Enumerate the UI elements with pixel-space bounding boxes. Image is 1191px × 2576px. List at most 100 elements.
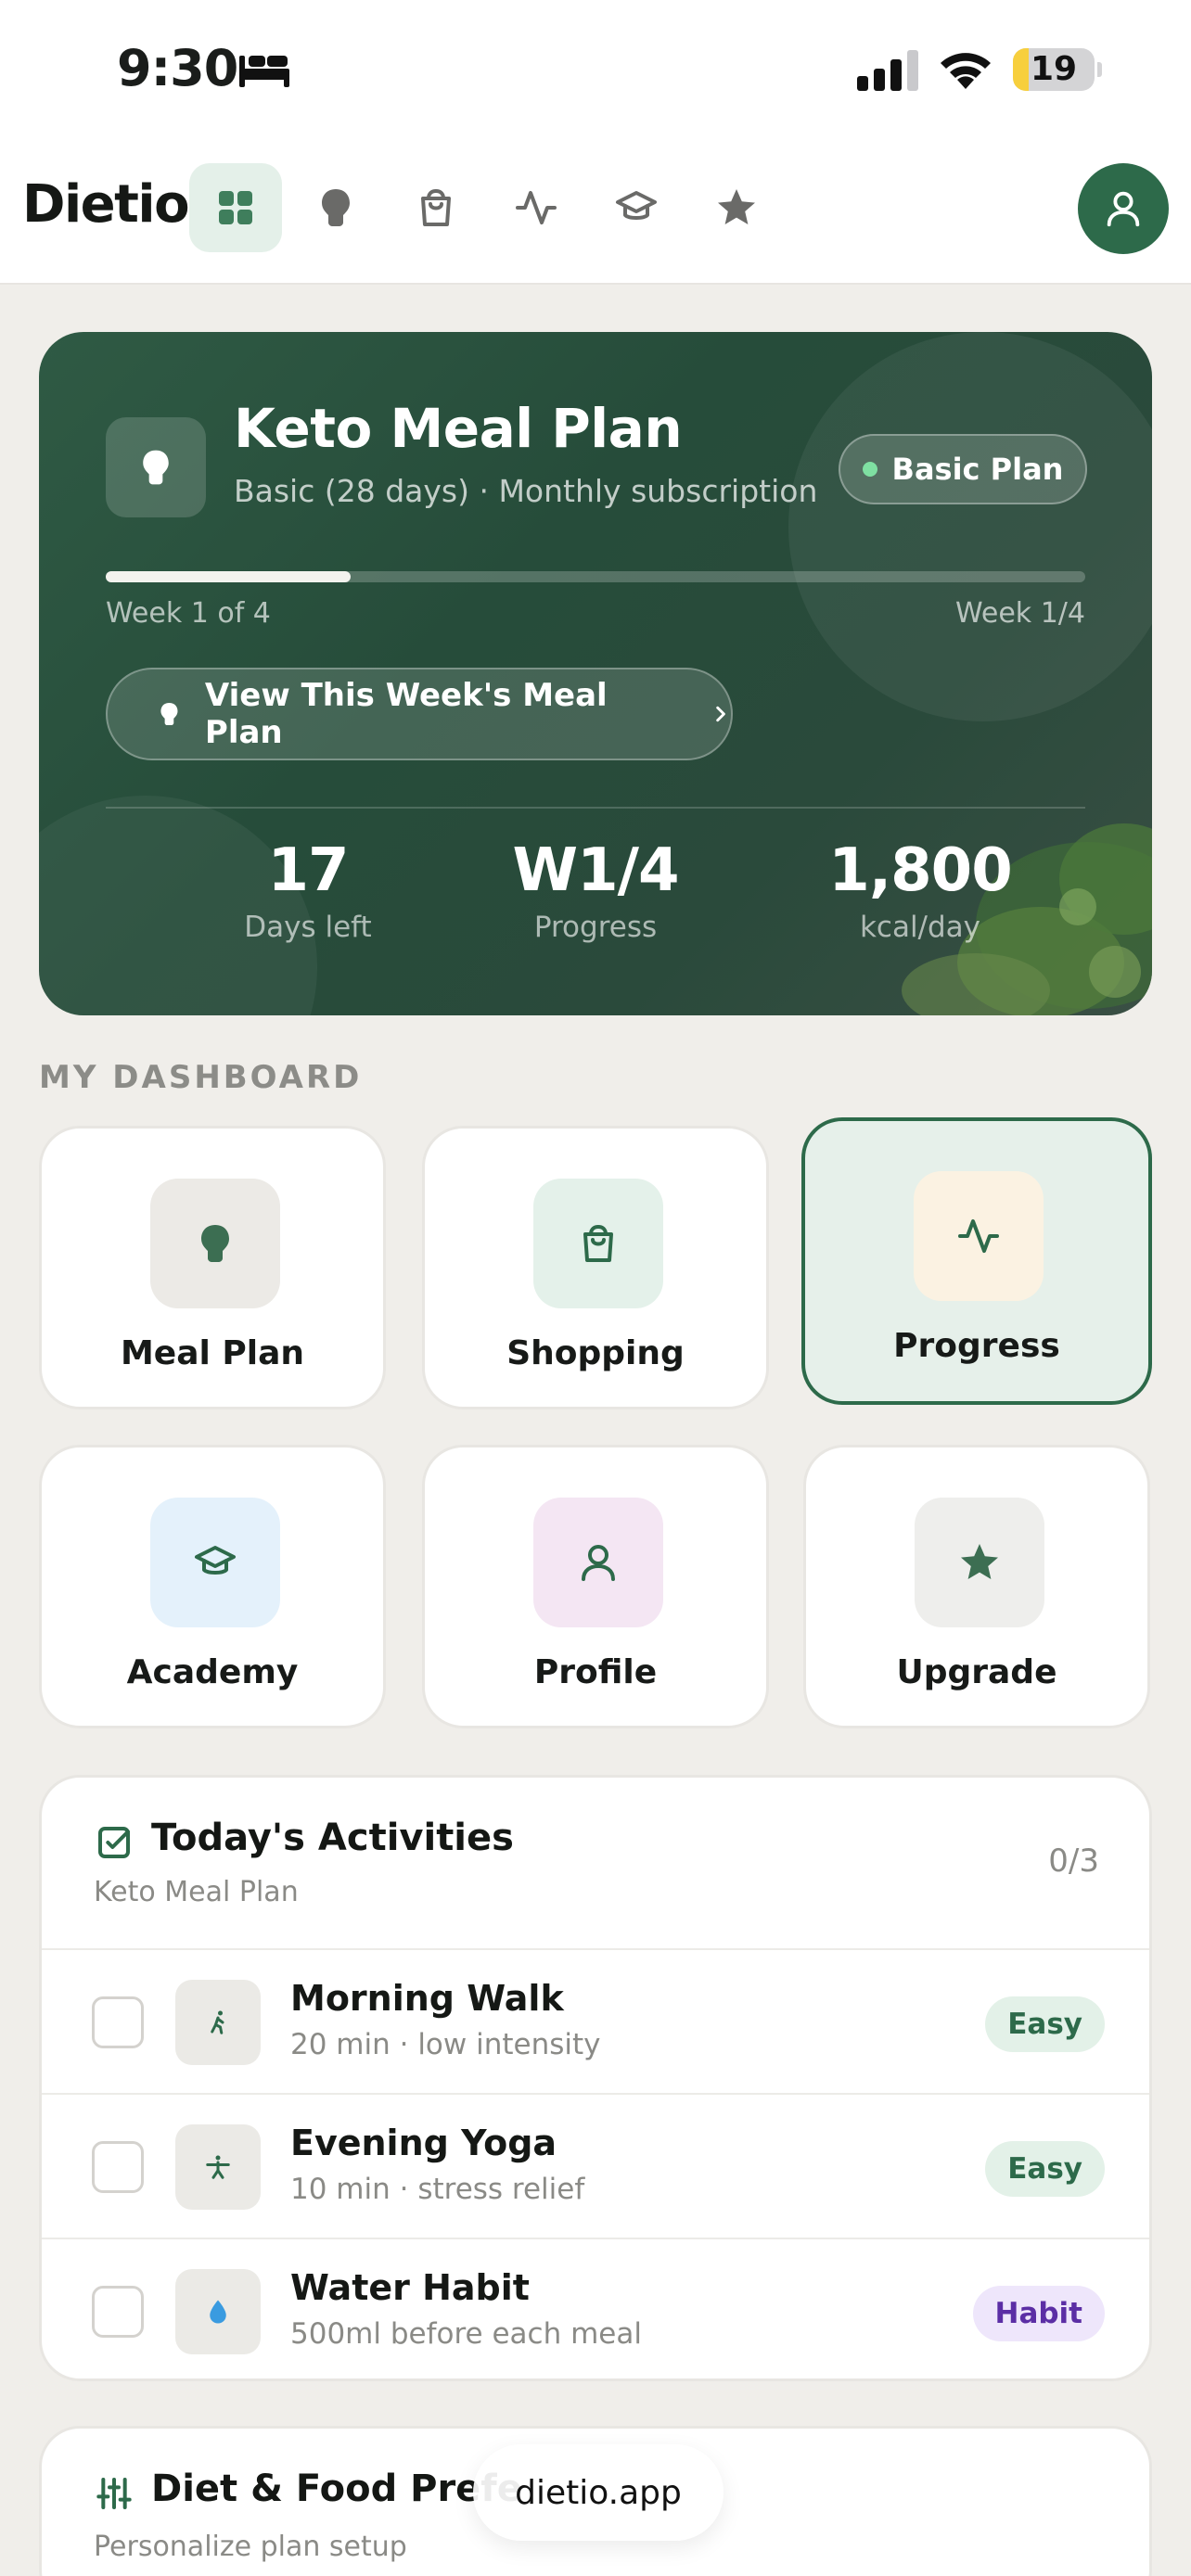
app-logo[interactable]: Dietio bbox=[22, 174, 190, 235]
wifi-icon bbox=[941, 53, 991, 89]
activity-icon bbox=[516, 191, 557, 224]
activity-checkbox[interactable] bbox=[92, 2141, 144, 2193]
activity-subtitle: 20 min · low intensity bbox=[290, 2028, 601, 2061]
stat-value: W1/4 bbox=[512, 836, 679, 905]
plan-hero-card: Keto Meal Plan Basic (28 days) · Monthly… bbox=[39, 332, 1152, 1015]
sliders-icon bbox=[96, 2478, 132, 2509]
activity-icon bbox=[958, 1219, 999, 1253]
activity-row[interactable]: Morning Walk 20 min · low intensity Easy bbox=[42, 1948, 1149, 2093]
tile-label: Progress bbox=[893, 1327, 1060, 1365]
stat-value: 1,800 bbox=[828, 836, 1012, 905]
bag-icon bbox=[421, 189, 451, 226]
status-bar: 9:30 19 bbox=[0, 0, 1191, 139]
water-drop-icon bbox=[210, 2300, 226, 2324]
tile-meal-plan[interactable]: Meal Plan bbox=[39, 1126, 386, 1409]
battery-level: 19 bbox=[1030, 50, 1078, 88]
status-time: 9:30 bbox=[117, 39, 238, 97]
activities-count: 0/3 bbox=[1048, 1843, 1099, 1880]
activity-title: Water Habit bbox=[290, 2267, 530, 2308]
activity-tag: Habit bbox=[972, 2286, 1105, 2341]
bulb-icon bbox=[322, 189, 350, 226]
browser-url-bar[interactable]: dietio.app bbox=[473, 2444, 724, 2541]
activity-tag: Easy bbox=[985, 1996, 1105, 2052]
tile-icon-bg bbox=[914, 1171, 1044, 1301]
stat-calories: 1,800 kcal/day bbox=[781, 836, 1059, 944]
user-icon bbox=[582, 1545, 615, 1581]
nav-academy-button[interactable] bbox=[590, 163, 683, 252]
activity-checkbox[interactable] bbox=[92, 2286, 144, 2338]
nav-meal-plan-button[interactable] bbox=[289, 163, 382, 252]
tile-label: Meal Plan bbox=[120, 1334, 305, 1372]
view-weekly-meal-plan-button[interactable]: View This Week's Meal Plan bbox=[106, 668, 733, 760]
stat-label: Days left bbox=[244, 911, 372, 944]
bulb-icon bbox=[160, 702, 178, 726]
tile-progress[interactable]: Progress bbox=[801, 1117, 1152, 1405]
meal-plan-icon-badge bbox=[106, 417, 206, 517]
tile-label: Shopping bbox=[506, 1334, 685, 1372]
activity-row[interactable]: Evening Yoga 10 min · stress relief Easy bbox=[42, 2093, 1149, 2238]
star-icon bbox=[961, 1544, 998, 1579]
plan-title: Keto Meal Plan bbox=[234, 397, 683, 460]
bed-icon bbox=[239, 56, 289, 87]
signal-icon bbox=[857, 50, 918, 91]
activity-icon-bg bbox=[175, 1980, 261, 2065]
activities-title: Today's Activities bbox=[151, 1817, 514, 1859]
bulb-icon bbox=[201, 1225, 229, 1262]
bulb-icon bbox=[143, 450, 169, 485]
nav-upgrade-button[interactable] bbox=[690, 163, 783, 252]
tile-icon-bg bbox=[533, 1498, 663, 1627]
tile-label: Profile bbox=[533, 1653, 658, 1691]
top-navigation: Dietio bbox=[0, 139, 1191, 285]
star-icon bbox=[718, 189, 755, 224]
user-icon bbox=[1107, 191, 1140, 227]
activity-subtitle: 500ml before each meal bbox=[290, 2317, 642, 2351]
walk-icon bbox=[211, 2010, 224, 2034]
tile-academy[interactable]: Academy bbox=[39, 1445, 386, 1728]
tile-upgrade[interactable]: Upgrade bbox=[803, 1445, 1150, 1728]
dashboard-section-title: MY DASHBOARD bbox=[39, 1059, 363, 1096]
nav-shopping-button[interactable] bbox=[390, 163, 482, 252]
activity-row[interactable]: Water Habit 500ml before each meal Habit bbox=[42, 2238, 1149, 2378]
tile-label: Academy bbox=[126, 1653, 299, 1691]
nav-dashboard-button[interactable] bbox=[189, 163, 282, 252]
activity-title: Evening Yoga bbox=[290, 2123, 557, 2163]
stat-label: kcal/day bbox=[859, 911, 981, 944]
profile-avatar-button[interactable] bbox=[1078, 163, 1169, 254]
graduation-cap-icon bbox=[195, 1546, 236, 1575]
tile-label: Upgrade bbox=[896, 1653, 1057, 1691]
tile-profile[interactable]: Profile bbox=[422, 1445, 769, 1728]
week-progress-right: Week 1/4 bbox=[954, 597, 1085, 630]
preferences-subtitle: Personalize plan setup bbox=[94, 2531, 407, 2563]
yoga-icon bbox=[206, 2155, 230, 2179]
activity-icon-bg bbox=[175, 2124, 261, 2210]
bag-icon bbox=[583, 1225, 613, 1262]
nav-progress-button[interactable] bbox=[490, 163, 583, 252]
todays-activities-card: Today's Activities Keto Meal Plan 0/3 Mo… bbox=[39, 1775, 1152, 2381]
tile-shopping[interactable]: Shopping bbox=[422, 1126, 769, 1409]
browser-url-text: dietio.app bbox=[515, 2473, 682, 2512]
plan-tier-label: Basic Plan bbox=[891, 452, 1064, 487]
plan-subtitle: Basic (28 days) · Monthly subscription bbox=[234, 473, 818, 509]
grid-icon bbox=[219, 191, 252, 224]
plan-progress-bar bbox=[106, 571, 1085, 582]
stat-progress: W1/4 Progress bbox=[456, 836, 735, 944]
checkbox-checked-icon bbox=[98, 1827, 130, 1858]
tile-icon-bg bbox=[533, 1179, 663, 1308]
tile-icon-bg bbox=[150, 1498, 280, 1627]
activity-subtitle: 10 min · stress relief bbox=[290, 2173, 585, 2206]
battery-icon: 19 bbox=[1013, 48, 1102, 91]
tile-icon-bg bbox=[150, 1179, 280, 1308]
activity-checkbox[interactable] bbox=[92, 1996, 144, 2048]
activity-tag: Easy bbox=[985, 2141, 1105, 2197]
week-progress-left: Week 1 of 4 bbox=[106, 597, 271, 630]
preferences-title: Diet & Food Prefe bbox=[151, 2468, 522, 2510]
graduation-cap-icon bbox=[616, 191, 657, 220]
status-dot bbox=[862, 462, 877, 477]
view-weekly-meal-plan-label: View This Week's Meal Plan bbox=[204, 677, 608, 751]
plan-tier-badge: Basic Plan bbox=[839, 434, 1087, 504]
stat-value: 17 bbox=[267, 836, 349, 905]
activity-icon-bg bbox=[175, 2269, 261, 2354]
activity-title: Morning Walk bbox=[290, 1978, 564, 2019]
chevron-right-icon bbox=[716, 706, 725, 722]
tile-icon-bg bbox=[915, 1498, 1044, 1627]
